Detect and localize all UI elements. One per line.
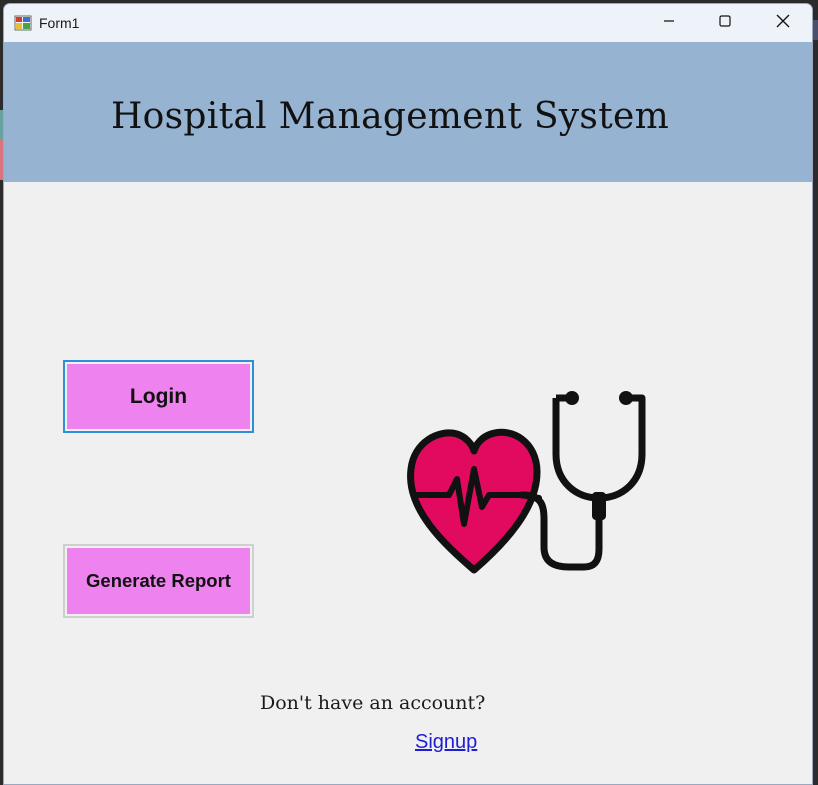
no-account-prompt: Don't have an account? [260,692,486,714]
signup-link[interactable]: Signup [415,731,477,754]
app-icon [14,14,32,32]
minimize-button[interactable] [640,4,698,42]
close-button[interactable] [754,4,812,42]
maximize-icon [719,14,731,32]
title-bar[interactable]: Form1 [4,4,812,42]
close-icon [776,14,790,33]
generate-report-button[interactable]: Generate Report [63,544,254,618]
minimize-icon [663,14,675,32]
page-title: Hospital Management System [110,96,670,137]
maximize-button[interactable] [696,4,754,42]
heart-stethoscope-icon [404,384,654,579]
window-title: Form1 [39,15,80,31]
login-button[interactable]: Login [63,360,254,433]
app-window: Form1 Hospital Management System Login G… [3,3,813,785]
desktop-background-strip [813,20,818,40]
